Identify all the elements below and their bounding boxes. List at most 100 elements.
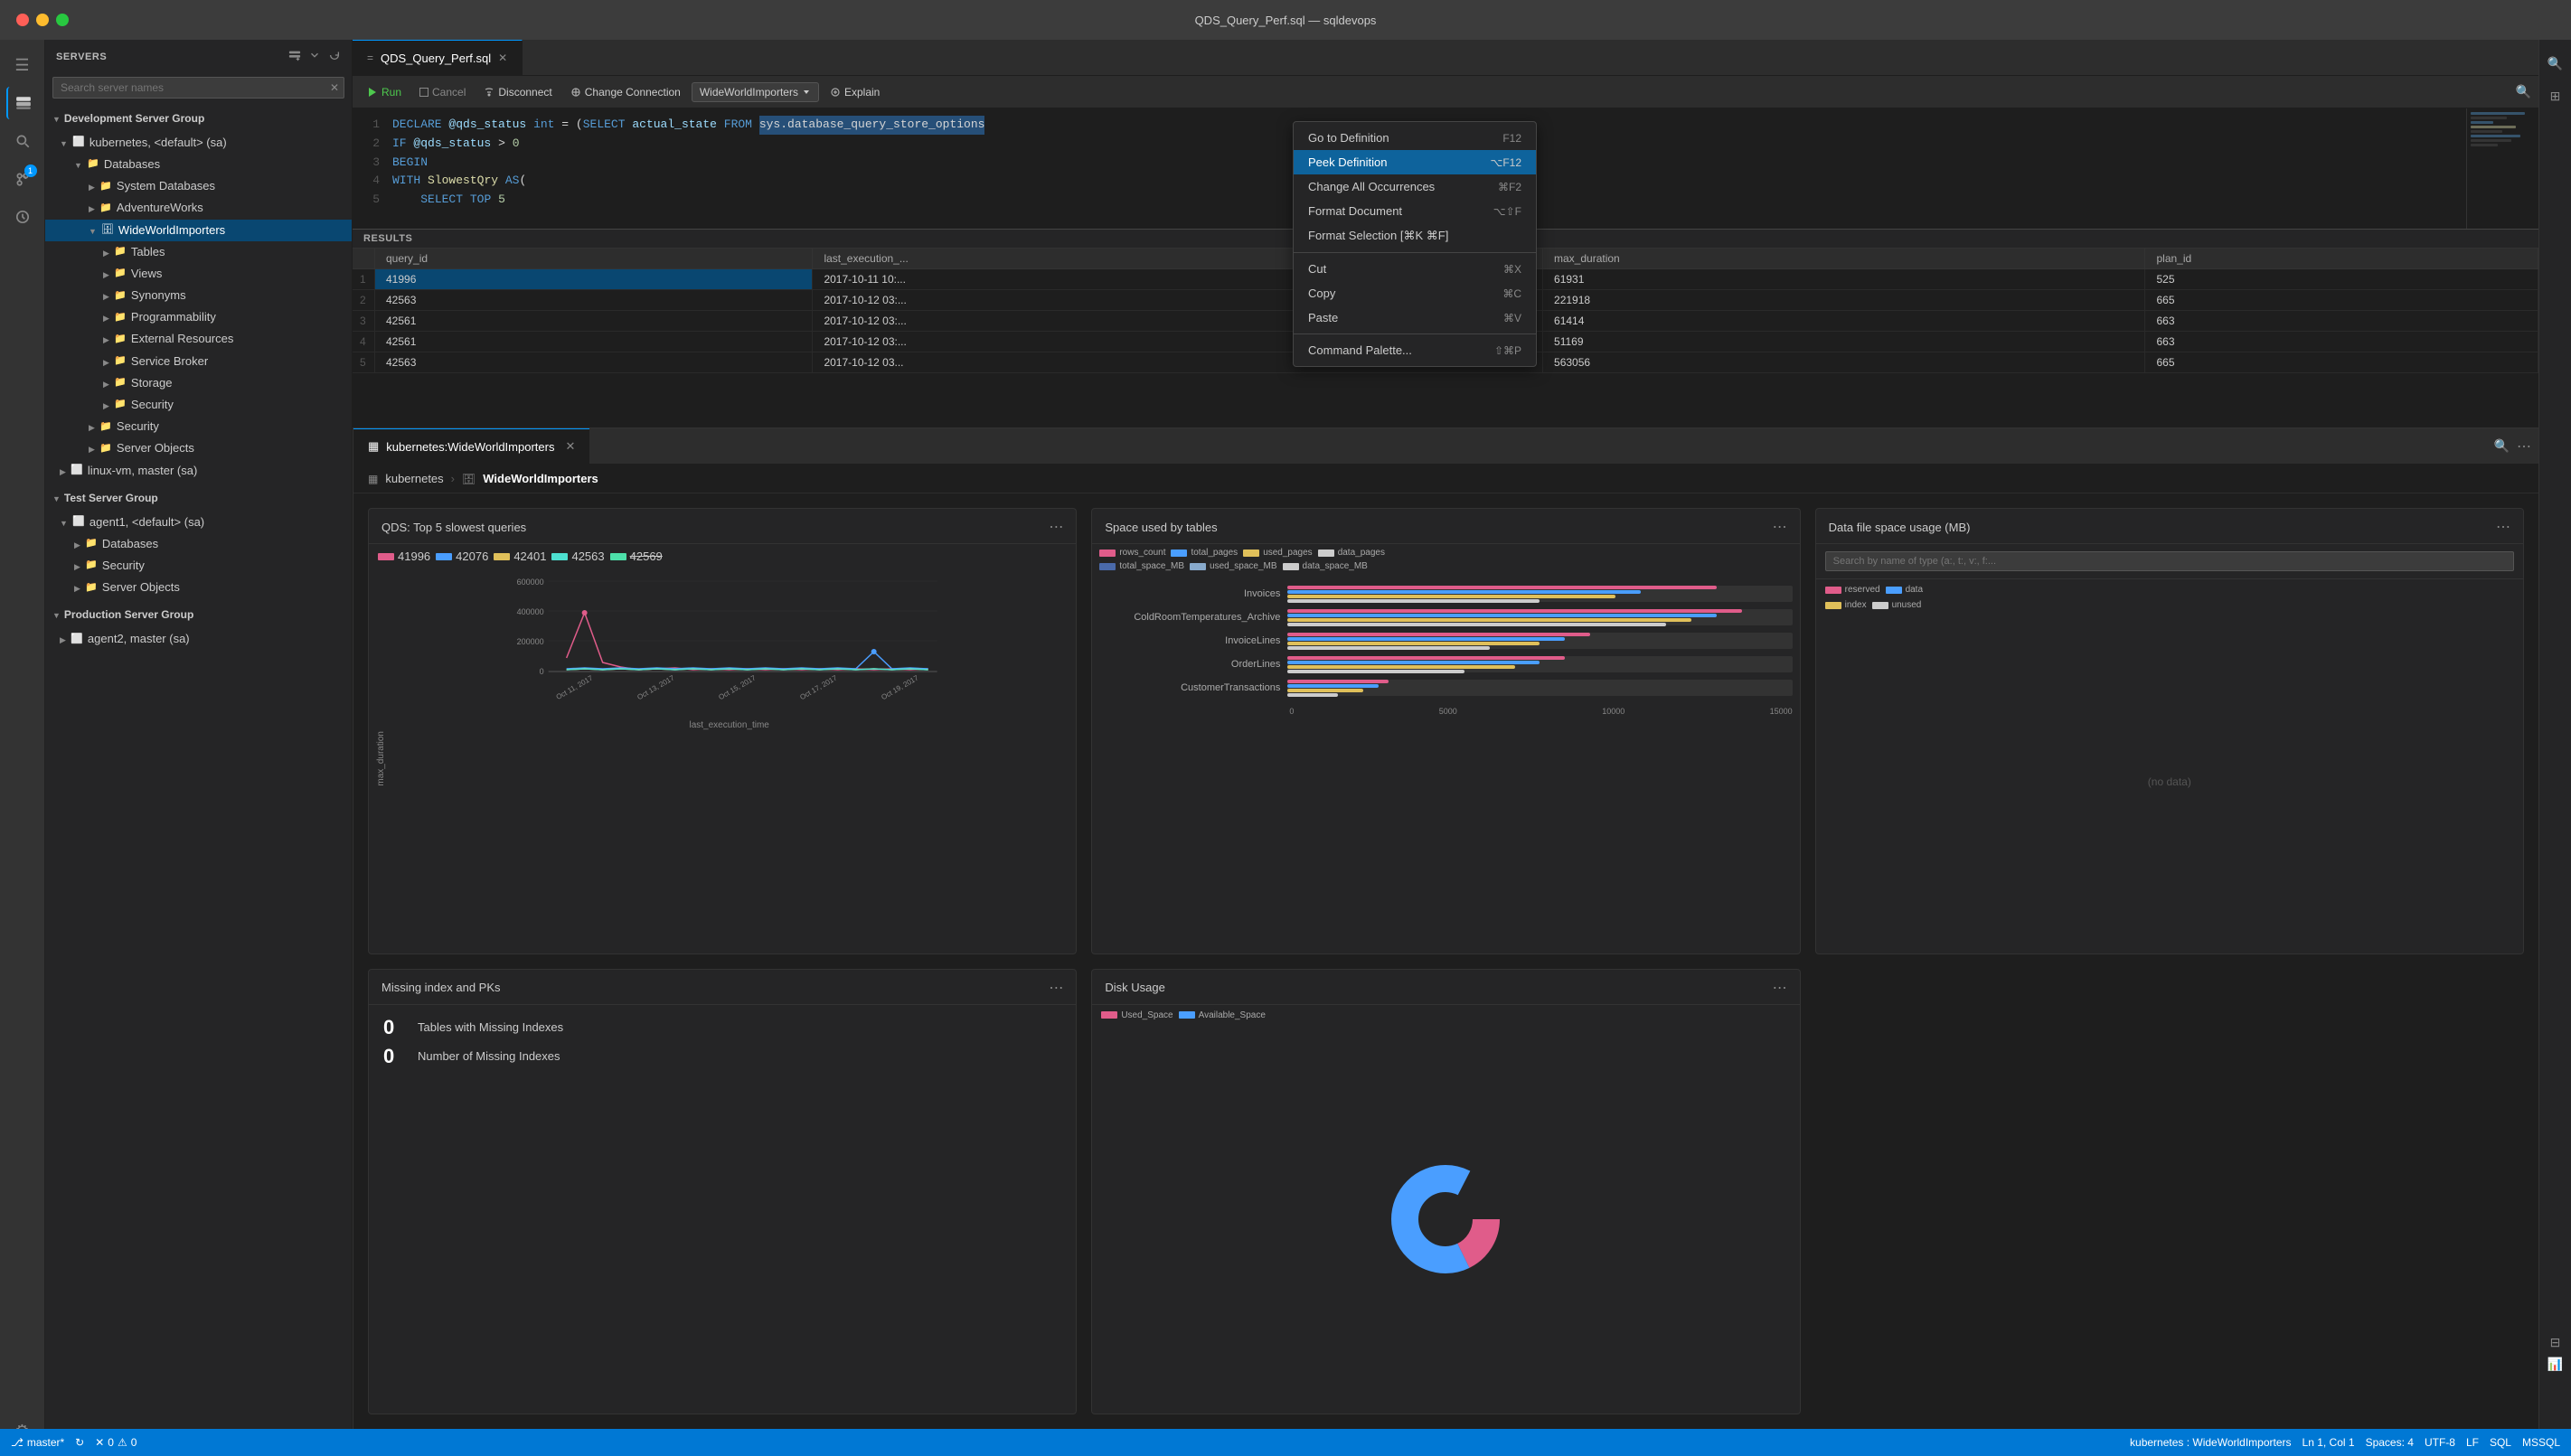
stat-num-missing-num: 0 [383,1045,410,1068]
line-numbers: 1 2 3 4 5 [353,108,385,229]
tab-sql[interactable]: = QDS_Query_Perf.sql ✕ [353,40,523,75]
menu-item-label: Peek Definition [1308,155,1387,169]
bar-label: ColdRoomTemperatures_Archive [1099,612,1280,623]
menu-item-format-sel[interactable]: Format Selection [⌘K ⌘F] [1294,223,1536,249]
status-encoding[interactable]: UTF-8 [2425,1436,2455,1449]
col-maxdur[interactable]: max_duration [1543,249,2145,269]
dash-more-icon[interactable]: ⋯ [2517,437,2531,456]
right-panel-icon-table[interactable]: ⊟ [2545,1331,2566,1353]
right-panel-icon-1[interactable]: ⊞ [2545,85,2566,107]
search-toolbar-icon[interactable]: 🔍 [2516,84,2531,99]
datafile-search-input[interactable] [1825,551,2514,571]
chevron-down-icon [60,514,71,531]
close-button[interactable] [16,14,29,26]
server-agent1[interactable]: ⬜ agent1, <default> (sa) [45,512,352,533]
menu-item-format-doc[interactable]: Format Document ⌥⇧F [1294,199,1536,223]
folder-icon: 📁 [84,559,99,573]
cell-planid: 663 [2145,332,2538,352]
status-spaces[interactable]: Spaces: 4 [2366,1436,2414,1449]
folder-databases[interactable]: 📁 Databases [45,154,352,175]
menu-item-paste[interactable]: Paste ⌘V [1294,305,1536,330]
server-agent2[interactable]: ⬜ agent2, master (sa) [45,628,352,650]
db-system[interactable]: 📁 System Databases [45,175,352,197]
folder-server-objects-1[interactable]: 📁 Server Objects [45,437,352,459]
tab-close-icon[interactable]: ✕ [498,52,507,64]
folder-security-agent1[interactable]: 📁 Security [45,555,352,577]
card-disk-more[interactable]: ⋯ [1773,979,1787,997]
status-dialect[interactable]: MSSQL [2522,1436,2560,1449]
menu-item-command-palette[interactable]: Command Palette... ⇧⌘P [1294,338,1536,362]
cancel-button[interactable]: Cancel [412,83,473,101]
folder-label: Service Broker [131,353,208,370]
breadcrumb-server[interactable]: kubernetes [385,472,443,485]
menu-item-peek[interactable]: Peek Definition ⌥F12 [1294,150,1536,174]
folder-label: Server Objects [102,579,180,596]
status-errors[interactable]: ✕ 0 ⚠ 0 [95,1436,137,1449]
folder-programmability[interactable]: 📁 Programmability [45,306,352,328]
group-test[interactable]: Test Server Group [45,485,352,512]
activity-icon-search[interactable] [6,125,39,157]
activity-icon-servers[interactable] [6,87,39,119]
right-panel-icon-chart[interactable]: 📊 [2545,1353,2566,1375]
stat-tables-missing-num: 0 [383,1016,410,1039]
status-position[interactable]: Ln 1, Col 1 [2303,1436,2355,1449]
activity-icon-menu[interactable]: ☰ [6,49,39,81]
search-input[interactable] [52,77,344,99]
status-connection[interactable]: kubernetes : WideWorldImporters [2130,1436,2292,1449]
folder-views[interactable]: 📁 Views [45,263,352,285]
folder-storage[interactable]: 📁 Storage [45,372,352,394]
menu-item-changeall[interactable]: Change All Occurrences ⌘F2 [1294,174,1536,199]
tab-label: QDS_Query_Perf.sql [381,52,491,65]
group-development[interactable]: Development Server Group [45,106,352,132]
dash-tab-close[interactable]: ✕ [565,439,575,454]
card-missing-more[interactable]: ⋯ [1049,979,1063,997]
folder-server-objects-agent1[interactable]: 📁 Server Objects [45,577,352,598]
status-branch[interactable]: ⎇ master* [11,1436,64,1449]
folder-icon: 📁 [113,354,127,369]
tab-dashboard[interactable]: ▦ kubernetes:WideWorldImporters ✕ [353,428,589,464]
maximize-button[interactable] [56,14,69,26]
db-adventureworks[interactable]: 📁 AdventureWorks [45,197,352,219]
card-datafile-more[interactable]: ⋯ [2496,518,2510,536]
col-queryid[interactable]: query_id [375,249,813,269]
cell-queryid: 42563 [375,290,813,311]
collapse-icon[interactable] [308,49,321,64]
db-selector[interactable]: WideWorldImporters [692,82,819,102]
status-language[interactable]: SQL [2490,1436,2511,1449]
server-linuxvm[interactable]: ⬜ linux-vm, master (sa) [45,460,352,482]
card-space-more[interactable]: ⋯ [1773,518,1787,536]
add-server-icon[interactable] [288,49,301,64]
status-sync[interactable]: ↻ [75,1436,84,1449]
folder-service-broker[interactable]: 📁 Service Broker [45,351,352,372]
db-wideworldimporters[interactable]: 🗄 WideWorldImporters [45,220,352,241]
card-qds-more[interactable]: ⋯ [1049,518,1063,536]
run-button[interactable]: Run [360,83,409,101]
card-missing-index: Missing index and PKs ⋯ 0 Tables with Mi… [368,969,1077,1415]
group-production[interactable]: Production Server Group [45,602,352,628]
minimap [2466,108,2538,229]
right-panel-search-icon[interactable]: 🔍 [2545,52,2566,74]
folder-external-resources[interactable]: 📁 External Resources [45,328,352,350]
menu-item-copy[interactable]: Copy ⌘C [1294,281,1536,305]
server-kubernetes[interactable]: ⬜ kubernetes, <default> (sa) [45,132,352,154]
menu-item-cut[interactable]: Cut ⌘X [1294,257,1536,281]
minimize-button[interactable] [36,14,49,26]
folder-synonyms[interactable]: 📁 Synonyms [45,285,352,306]
clear-search-icon[interactable]: ✕ [330,81,339,94]
status-line-ending[interactable]: LF [2466,1436,2479,1449]
breadcrumb-db[interactable]: WideWorldImporters [483,472,598,485]
folder-security-2[interactable]: 📁 Security [45,416,352,437]
change-connection-button[interactable]: Change Connection [563,83,688,101]
folder-databases-agent1[interactable]: 📁 Databases [45,533,352,555]
col-planid[interactable]: plan_id [2145,249,2538,269]
activity-icon-history[interactable] [6,201,39,233]
folder-tables[interactable]: 📁 Tables [45,241,352,263]
activity-icon-git[interactable]: 1 [6,163,39,195]
disconnect-button[interactable]: Disconnect [476,83,559,101]
server-icon: ⬜ [70,464,84,478]
refresh-icon[interactable] [328,49,341,64]
folder-security-1[interactable]: 📁 Security [45,394,352,416]
explain-button[interactable]: Explain [823,83,887,101]
dash-search-icon[interactable]: 🔍 [2494,438,2510,454]
menu-item-goto[interactable]: Go to Definition F12 [1294,126,1536,150]
